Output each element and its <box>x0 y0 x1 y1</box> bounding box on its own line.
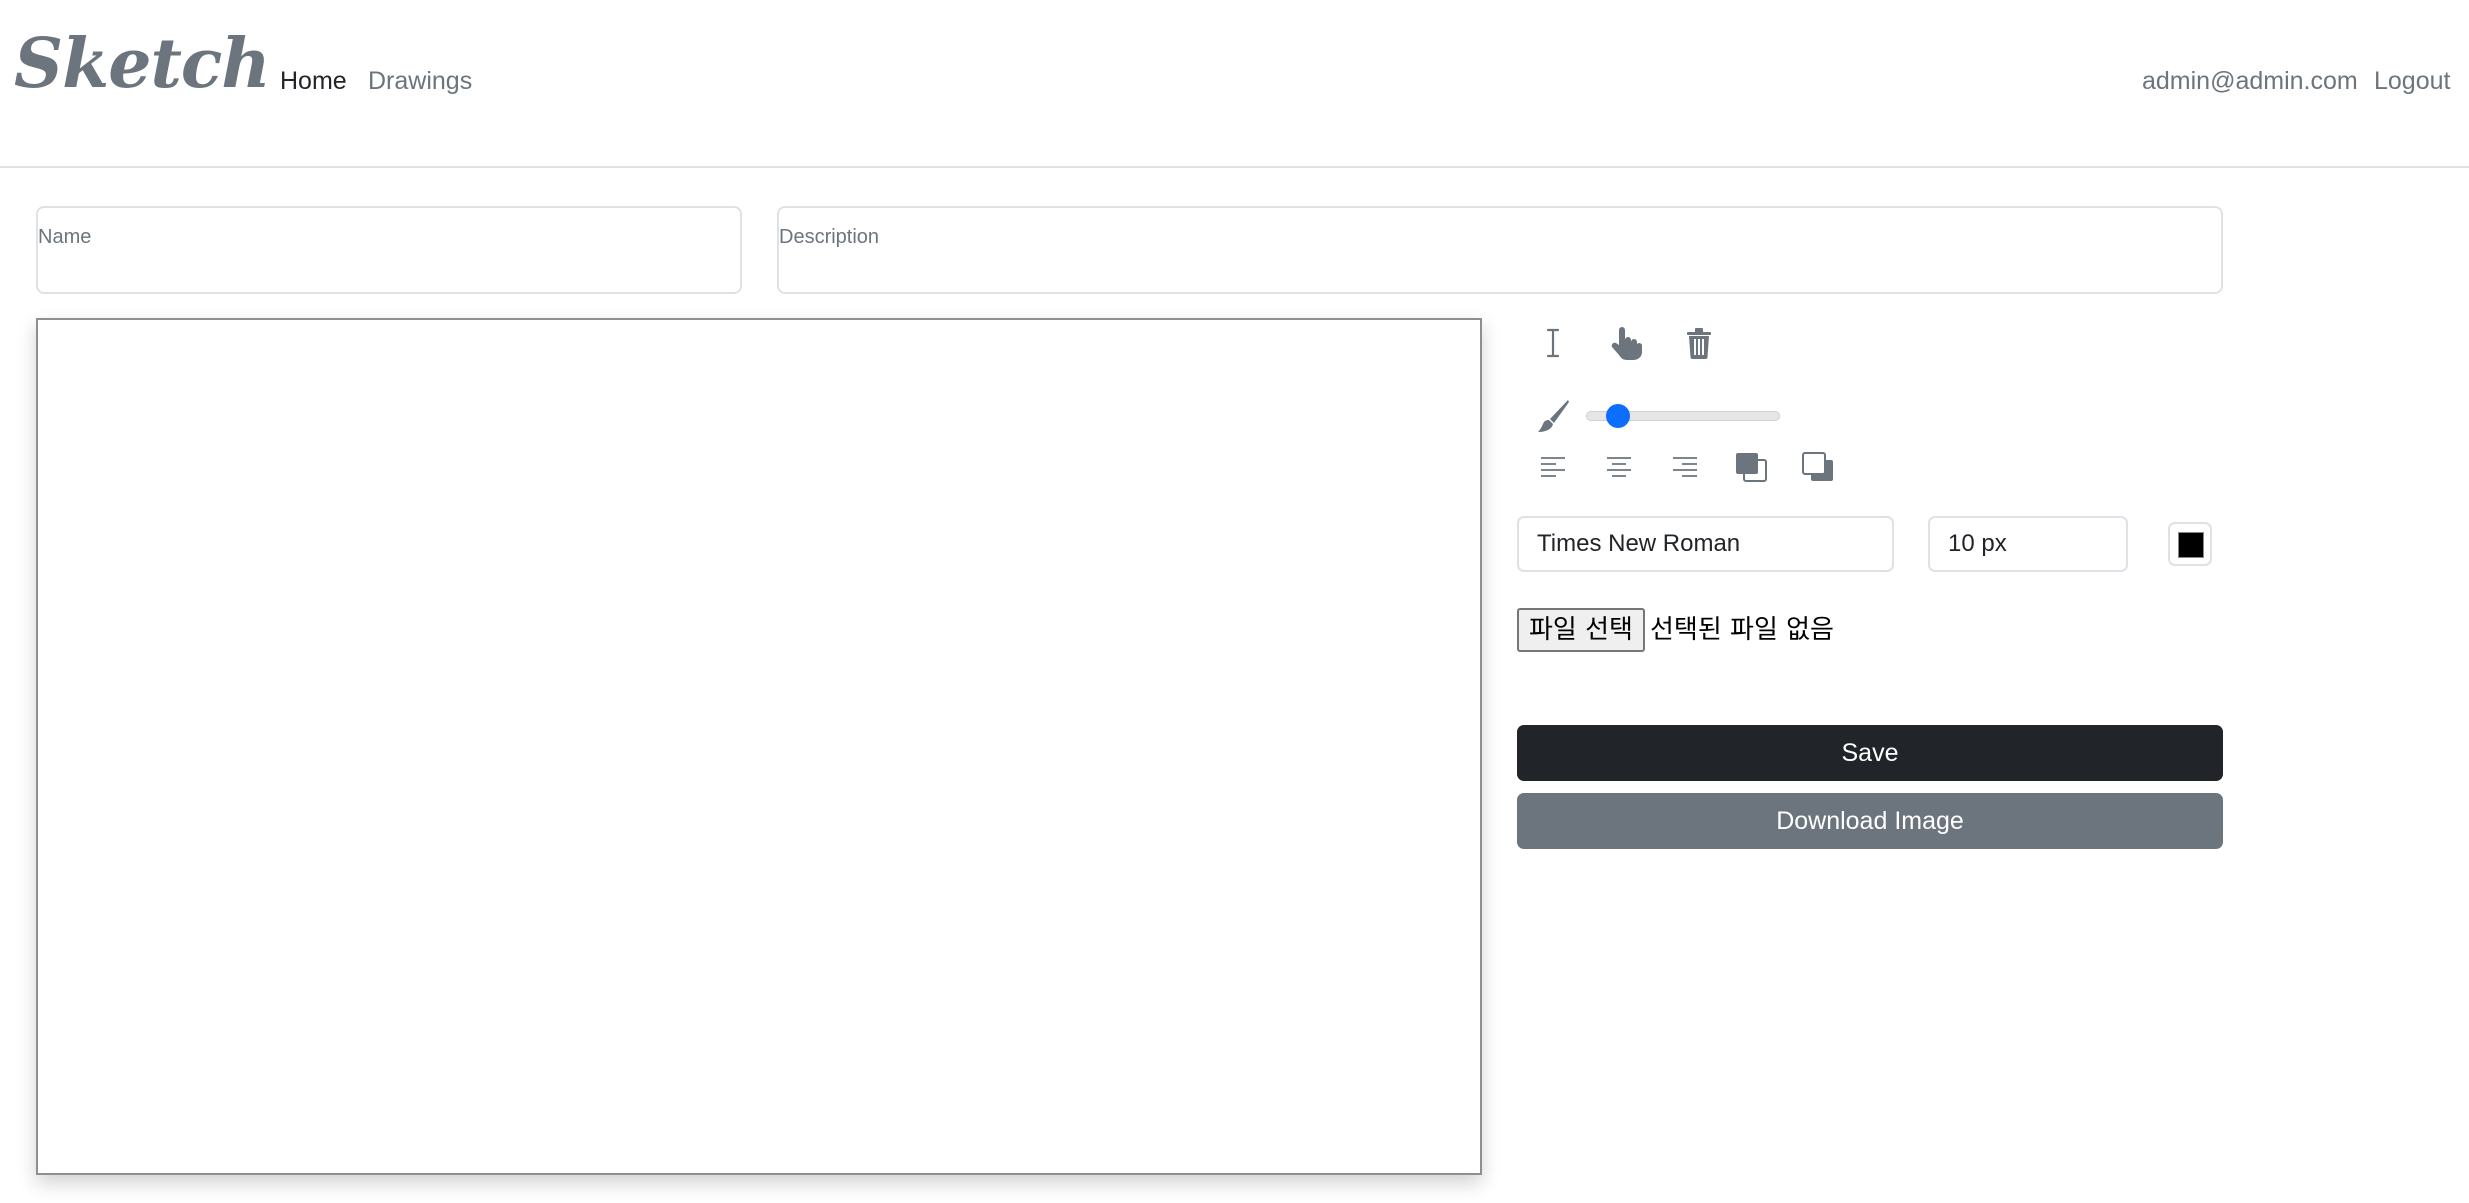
bring-to-front-icon[interactable] <box>1731 447 1771 487</box>
download-image-button[interactable]: Download Image <box>1517 793 2223 849</box>
color-picker[interactable] <box>2168 522 2212 566</box>
file-choose-button[interactable]: 파일 선택 <box>1517 608 1645 652</box>
nav-drawings-link[interactable]: Drawings <box>368 66 472 96</box>
description-label: Description <box>779 226 880 248</box>
align-right-icon[interactable] <box>1665 447 1705 487</box>
name-field[interactable]: Name <box>36 206 742 294</box>
name-label: Name <box>38 226 92 248</box>
logout-link[interactable]: Logout <box>2374 66 2450 96</box>
text-cursor-icon[interactable] <box>1533 323 1573 363</box>
save-button[interactable]: Save <box>1517 725 2223 781</box>
align-center-icon[interactable] <box>1599 447 1639 487</box>
brush-size-slider[interactable] <box>1586 403 1780 429</box>
nav-home-link[interactable]: Home <box>280 66 347 96</box>
paintbrush-icon <box>1533 396 1573 436</box>
brand-logo[interactable]: Sketch <box>14 30 271 98</box>
font-size-input[interactable]: 10 px <box>1928 516 2128 572</box>
navbar: Sketch Home Drawings admin@admin.com Log… <box>0 0 2469 168</box>
slider-thumb[interactable] <box>1606 404 1631 428</box>
drawing-canvas[interactable] <box>36 318 1482 1175</box>
trash-icon[interactable] <box>1679 323 1719 363</box>
description-field[interactable]: Description <box>777 206 2223 294</box>
user-email-link[interactable]: admin@admin.com <box>2142 66 2358 96</box>
color-swatch <box>2178 532 2204 558</box>
align-left-icon[interactable] <box>1533 447 1573 487</box>
file-status: 선택된 파일 없음 <box>1650 615 1834 645</box>
font-family-input[interactable]: Times New Roman <box>1517 516 1894 572</box>
hand-pointer-icon[interactable] <box>1606 323 1646 363</box>
send-to-back-icon[interactable] <box>1798 447 1838 487</box>
